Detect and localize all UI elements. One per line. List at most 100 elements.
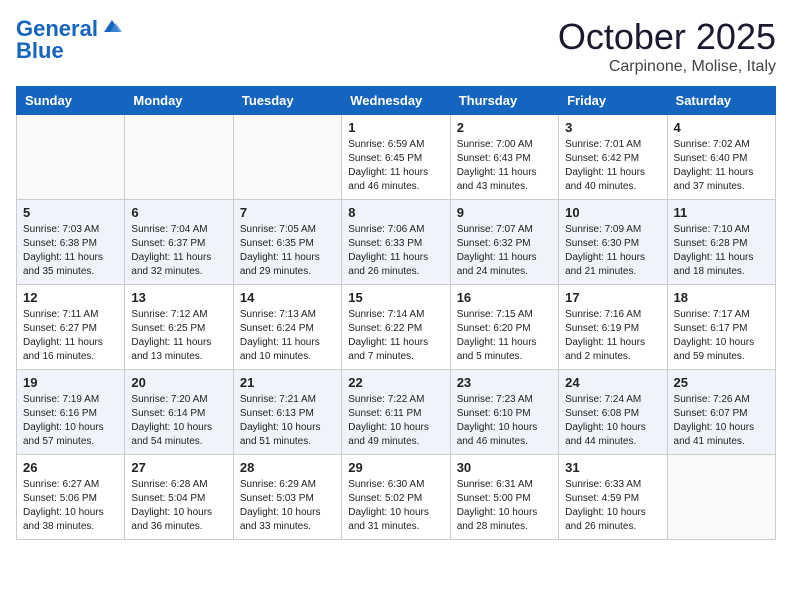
calendar-day-cell: 17 Sunrise: 7:16 AM Sunset: 6:19 PM Dayli… <box>559 285 667 370</box>
calendar-day-cell <box>233 115 341 200</box>
calendar-day-cell <box>17 115 125 200</box>
calendar-week-row: 5 Sunrise: 7:03 AM Sunset: 6:38 PM Daylig… <box>17 200 776 285</box>
day-info: Sunrise: 6:27 AM Sunset: 5:06 PM Dayligh… <box>23 478 118 534</box>
day-info: Sunrise: 7:12 AM Sunset: 6:25 PM Dayligh… <box>131 308 226 364</box>
day-number: 8 <box>348 205 443 220</box>
calendar-day-cell: 8 Sunrise: 7:06 AM Sunset: 6:33 PM Daylig… <box>342 200 450 285</box>
calendar-table: SundayMondayTuesdayWednesdayThursdayFrid… <box>16 86 776 540</box>
calendar-day-cell: 24Sunrise: 7:24 AM Sunset: 6:08 PM Dayli… <box>559 370 667 455</box>
day-number: 12 <box>23 290 118 305</box>
day-info: Sunrise: 7:00 AM Sunset: 6:43 PM Dayligh… <box>457 138 552 194</box>
day-info: Sunrise: 7:07 AM Sunset: 6:32 PM Dayligh… <box>457 223 552 279</box>
calendar-day-cell: 9 Sunrise: 7:07 AM Sunset: 6:32 PM Daylig… <box>450 200 558 285</box>
calendar-day-cell: 4 Sunrise: 7:02 AM Sunset: 6:40 PM Daylig… <box>667 115 775 200</box>
calendar-day-cell: 7 Sunrise: 7:05 AM Sunset: 6:35 PM Daylig… <box>233 200 341 285</box>
day-number: 22 <box>348 375 443 390</box>
weekday-header: Saturday <box>667 87 775 115</box>
day-info: Sunrise: 7:11 AM Sunset: 6:27 PM Dayligh… <box>23 308 118 364</box>
day-number: 2 <box>457 120 552 135</box>
weekday-header: Friday <box>559 87 667 115</box>
calendar-week-row: 19 Sunrise: 7:19 AM Sunset: 6:16 PM Dayli… <box>17 370 776 455</box>
calendar-day-cell: 23Sunrise: 7:23 AM Sunset: 6:10 PM Dayli… <box>450 370 558 455</box>
calendar-day-cell: 18 Sunrise: 7:17 AM Sunset: 6:17 PM Dayli… <box>667 285 775 370</box>
logo: General Blue <box>16 16 122 64</box>
calendar-day-cell: 13 Sunrise: 7:12 AM Sunset: 6:25 PM Dayli… <box>125 285 233 370</box>
day-info: Sunrise: 7:21 AM Sunset: 6:13 PM Dayligh… <box>240 393 335 449</box>
day-number: 10 <box>565 205 660 220</box>
calendar-week-row: 12 Sunrise: 7:11 AM Sunset: 6:27 PM Dayli… <box>17 285 776 370</box>
page-header: General Blue October 2025 Carpinone, Mol… <box>16 16 776 76</box>
calendar-week-row: 26 Sunrise: 6:27 AM Sunset: 5:06 PM Dayli… <box>17 455 776 540</box>
calendar-day-cell: 5 Sunrise: 7:03 AM Sunset: 6:38 PM Daylig… <box>17 200 125 285</box>
day-number: 17 <box>565 290 660 305</box>
day-info: Sunrise: 7:24 AM Sunset: 6:08 PM Dayligh… <box>565 393 660 449</box>
day-info: Sunrise: 6:31 AM Sunset: 5:00 PM Dayligh… <box>457 478 552 534</box>
calendar-day-cell: 1Sunrise: 6:59 AM Sunset: 6:45 PM Daylig… <box>342 115 450 200</box>
day-number: 27 <box>131 460 226 475</box>
day-number: 14 <box>240 290 335 305</box>
calendar-day-cell: 26 Sunrise: 6:27 AM Sunset: 5:06 PM Dayli… <box>17 455 125 540</box>
day-info: Sunrise: 7:19 AM Sunset: 6:16 PM Dayligh… <box>23 393 118 449</box>
day-number: 4 <box>674 120 769 135</box>
calendar-day-cell: 19 Sunrise: 7:19 AM Sunset: 6:16 PM Dayli… <box>17 370 125 455</box>
day-number: 3 <box>565 120 660 135</box>
calendar-day-cell: 10Sunrise: 7:09 AM Sunset: 6:30 PM Dayli… <box>559 200 667 285</box>
weekday-header: Thursday <box>450 87 558 115</box>
day-number: 19 <box>23 375 118 390</box>
day-number: 16 <box>457 290 552 305</box>
weekday-header: Sunday <box>17 87 125 115</box>
calendar-day-cell: 28 Sunrise: 6:29 AM Sunset: 5:03 PM Dayli… <box>233 455 341 540</box>
logo-icon <box>100 18 122 36</box>
day-info: Sunrise: 7:26 AM Sunset: 6:07 PM Dayligh… <box>674 393 769 449</box>
day-info: Sunrise: 7:01 AM Sunset: 6:42 PM Dayligh… <box>565 138 660 194</box>
day-number: 18 <box>674 290 769 305</box>
calendar-day-cell: 11Sunrise: 7:10 AM Sunset: 6:28 PM Dayli… <box>667 200 775 285</box>
day-number: 29 <box>348 460 443 475</box>
title-block: October 2025 Carpinone, Molise, Italy <box>558 16 776 76</box>
day-number: 21 <box>240 375 335 390</box>
weekday-header: Wednesday <box>342 87 450 115</box>
calendar-day-cell: 14 Sunrise: 7:13 AM Sunset: 6:24 PM Dayli… <box>233 285 341 370</box>
calendar-day-cell: 6 Sunrise: 7:04 AM Sunset: 6:37 PM Daylig… <box>125 200 233 285</box>
day-number: 30 <box>457 460 552 475</box>
day-info: Sunrise: 7:13 AM Sunset: 6:24 PM Dayligh… <box>240 308 335 364</box>
day-info: Sunrise: 6:29 AM Sunset: 5:03 PM Dayligh… <box>240 478 335 534</box>
calendar-header-row: SundayMondayTuesdayWednesdayThursdayFrid… <box>17 87 776 115</box>
day-number: 28 <box>240 460 335 475</box>
day-number: 13 <box>131 290 226 305</box>
month-title: October 2025 <box>558 16 776 58</box>
calendar-day-cell: 20 Sunrise: 7:20 AM Sunset: 6:14 PM Dayli… <box>125 370 233 455</box>
day-number: 6 <box>131 205 226 220</box>
day-number: 31 <box>565 460 660 475</box>
weekday-header: Monday <box>125 87 233 115</box>
day-info: Sunrise: 7:20 AM Sunset: 6:14 PM Dayligh… <box>131 393 226 449</box>
day-info: Sunrise: 7:22 AM Sunset: 6:11 PM Dayligh… <box>348 393 443 449</box>
day-number: 7 <box>240 205 335 220</box>
calendar-day-cell: 25Sunrise: 7:26 AM Sunset: 6:07 PM Dayli… <box>667 370 775 455</box>
day-info: Sunrise: 6:28 AM Sunset: 5:04 PM Dayligh… <box>131 478 226 534</box>
calendar-day-cell: 2 Sunrise: 7:00 AM Sunset: 6:43 PM Daylig… <box>450 115 558 200</box>
day-info: Sunrise: 7:05 AM Sunset: 6:35 PM Dayligh… <box>240 223 335 279</box>
calendar-day-cell: 22 Sunrise: 7:22 AM Sunset: 6:11 PM Dayli… <box>342 370 450 455</box>
day-info: Sunrise: 7:15 AM Sunset: 6:20 PM Dayligh… <box>457 308 552 364</box>
calendar-day-cell: 15 Sunrise: 7:14 AM Sunset: 6:22 PM Dayli… <box>342 285 450 370</box>
day-info: Sunrise: 6:30 AM Sunset: 5:02 PM Dayligh… <box>348 478 443 534</box>
day-info: Sunrise: 7:04 AM Sunset: 6:37 PM Dayligh… <box>131 223 226 279</box>
day-info: Sunrise: 7:17 AM Sunset: 6:17 PM Dayligh… <box>674 308 769 364</box>
calendar-day-cell: 29 Sunrise: 6:30 AM Sunset: 5:02 PM Dayli… <box>342 455 450 540</box>
logo-blue: Blue <box>16 38 64 64</box>
calendar-day-cell: 12 Sunrise: 7:11 AM Sunset: 6:27 PM Dayli… <box>17 285 125 370</box>
day-number: 20 <box>131 375 226 390</box>
day-info: Sunrise: 7:14 AM Sunset: 6:22 PM Dayligh… <box>348 308 443 364</box>
day-info: Sunrise: 7:02 AM Sunset: 6:40 PM Dayligh… <box>674 138 769 194</box>
day-number: 5 <box>23 205 118 220</box>
day-number: 26 <box>23 460 118 475</box>
day-number: 23 <box>457 375 552 390</box>
day-info: Sunrise: 7:06 AM Sunset: 6:33 PM Dayligh… <box>348 223 443 279</box>
day-number: 9 <box>457 205 552 220</box>
calendar-day-cell: 21 Sunrise: 7:21 AM Sunset: 6:13 PM Dayli… <box>233 370 341 455</box>
weekday-header: Tuesday <box>233 87 341 115</box>
day-info: Sunrise: 7:03 AM Sunset: 6:38 PM Dayligh… <box>23 223 118 279</box>
day-number: 15 <box>348 290 443 305</box>
day-info: Sunrise: 7:16 AM Sunset: 6:19 PM Dayligh… <box>565 308 660 364</box>
